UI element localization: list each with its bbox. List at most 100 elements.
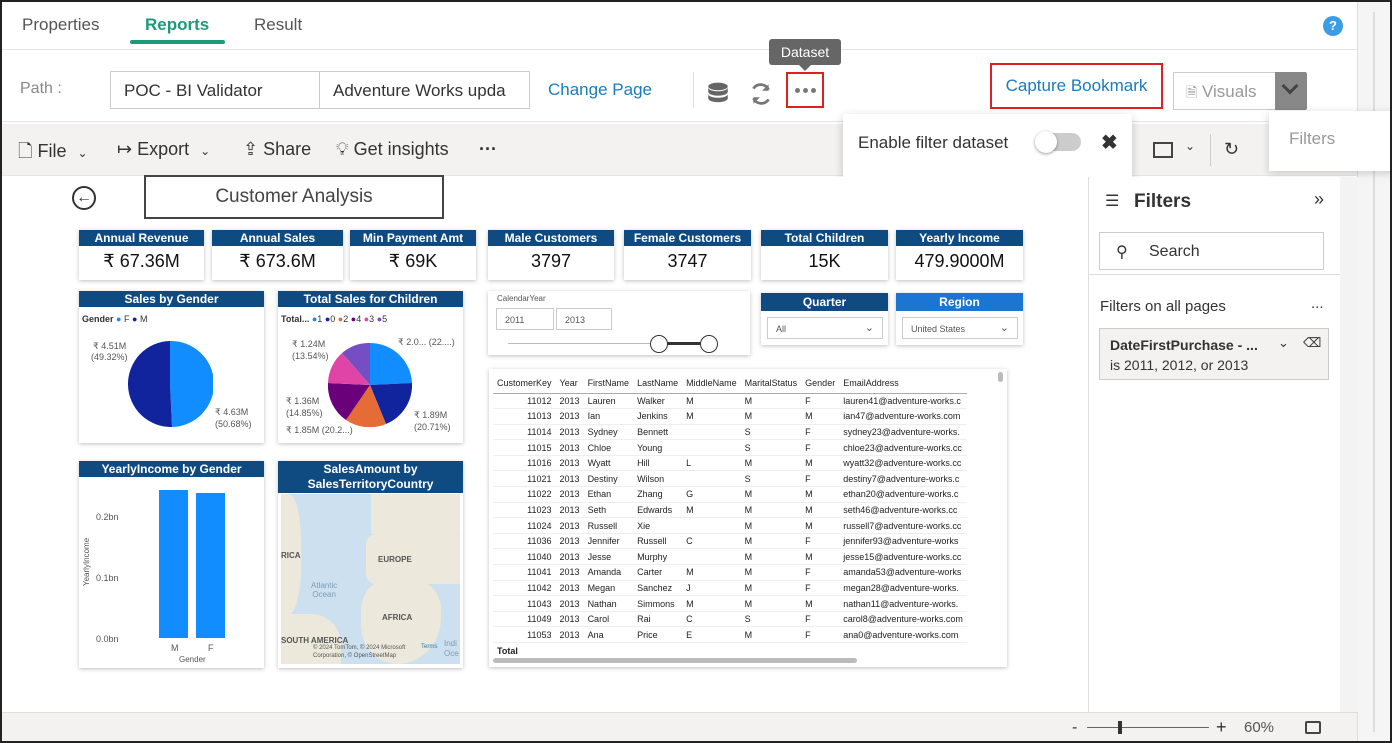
region-slicer[interactable]: Region United States ⌄ <box>896 293 1023 345</box>
table-row[interactable]: 11042 2013 Megan Sanchez J M Fmegan28@adventur… <box>493 580 967 597</box>
kpi-card: Yearly Income 479.9000M <box>896 230 1023 280</box>
table-cell: russell7@adventure-works.cc <box>839 517 967 534</box>
refresh-icon[interactable] <box>748 81 774 107</box>
table-cell: M <box>801 455 840 472</box>
zoom-out-button[interactable]: - <box>1072 719 1077 737</box>
report-select[interactable]: Adventure Works upda <box>319 71 530 109</box>
filters-section-label: Filters on all pages <box>1100 298 1226 315</box>
visuals-dropdown-button[interactable] <box>1275 72 1307 110</box>
table-cell: megan28@adventure-works. <box>839 580 967 597</box>
table-cell: M <box>740 533 802 550</box>
table-row[interactable]: 11023 2013 Seth Edwards M M Mseth46@adventure-… <box>493 502 967 519</box>
get-insights-button[interactable]: 💡︎ Get insights <box>336 139 449 160</box>
zoom-in-button[interactable]: + <box>1216 717 1227 738</box>
toolbar-more-button[interactable]: ··· <box>479 139 497 160</box>
help-icon[interactable]: ? <box>1323 16 1343 36</box>
column-header[interactable]: MiddleName <box>682 373 741 394</box>
table-cell: Rai <box>633 611 683 628</box>
table-row[interactable]: 11041 2013 Amanda Carter M M Famanda53@adventu… <box>493 564 967 581</box>
slider-handle[interactable] <box>650 335 668 353</box>
tab-properties[interactable]: Properties <box>22 15 99 35</box>
table-row[interactable]: 11053 2013 Ana Price E M Fana0@adventure-works… <box>493 626 967 643</box>
section-more-button[interactable]: ... <box>1311 295 1324 312</box>
vertical-scrollbar[interactable] <box>998 372 1003 382</box>
table-row[interactable]: 11021 2013 Destiny Wilson S Fdestiny7@adventu… <box>493 470 967 488</box>
table-row[interactable]: 11015 2013 Chloe Young S Fchloe23@adventure-w… <box>493 439 967 456</box>
change-page-link[interactable]: Change Page <box>548 80 652 100</box>
document-icon: 🗎 <box>1186 84 1198 100</box>
column-header[interactable]: FirstName <box>583 373 634 394</box>
workspace-select[interactable]: POC - BI Validator <box>110 71 320 109</box>
sales-map[interactable]: SalesAmount by SalesTerritoryCountry RIC… <box>278 461 463 668</box>
table-row[interactable]: 11016 2013 Wyatt Hill L M Mwyatt32@adventure-w… <box>493 455 967 472</box>
table-cell <box>682 424 741 441</box>
collapse-icon[interactable]: » <box>1314 189 1324 210</box>
table-cell: lauren41@adventure-works.c <box>839 393 967 410</box>
table-cell: Chloe <box>583 439 634 456</box>
close-icon[interactable]: ✖ <box>1101 130 1118 155</box>
column-header[interactable]: Gender <box>801 373 840 394</box>
zoom-slider[interactable] <box>1087 721 1209 734</box>
table-row[interactable]: 11036 2013 Jennifer Russell C M Fjennifer93@ad… <box>493 533 967 550</box>
column-header[interactable]: LastName <box>633 373 683 394</box>
table-row[interactable]: 11013 2013 Ian Jenkins M M Mian47@adventure-wo… <box>493 408 967 425</box>
table-cell: G <box>682 486 741 503</box>
chevron-down-icon[interactable]: ⌄ <box>1278 335 1289 351</box>
table-row[interactable]: 11014 2013 Sydney Bennett S Fsydney23@adventu… <box>493 424 967 441</box>
file-menu[interactable]: 🗋 File ⌄ <box>18 139 88 169</box>
table-cell: M <box>682 393 741 410</box>
kpi-card: Annual Revenue ₹ 67.36M <box>79 230 204 280</box>
calendar-year-slicer[interactable]: CalendarYear 2011 2013 <box>488 291 750 355</box>
filter-search-input[interactable]: ⚲ Search <box>1099 232 1324 270</box>
table-row[interactable]: 11040 2013 Jesse Murphy M Mjesse15@adventure-… <box>493 548 967 566</box>
export-menu[interactable]: ↦ Export ⌄ <box>117 139 210 160</box>
customer-table[interactable]: CustomerKey Year FirstName LastName MiddleNa… <box>489 369 1007 667</box>
share-button[interactable]: ⇪ Share <box>243 139 311 160</box>
column-header[interactable]: Year <box>555 373 584 394</box>
table-row[interactable]: 11022 2013 Ethan Zhang G M Methan20@adventure-… <box>493 486 967 503</box>
year-to-input[interactable]: 2013 <box>556 308 612 330</box>
table-cell: S <box>740 611 802 628</box>
table-cell: amanda53@adventure-works <box>839 564 967 581</box>
tab-reports[interactable]: Reports <box>145 15 209 35</box>
view-button[interactable] <box>1153 142 1173 158</box>
quarter-slicer[interactable]: Quarter All ⌄ <box>761 293 888 345</box>
date-first-purchase-filter[interactable]: DateFirstPurchase - ... is 2011, 2012, o… <box>1099 328 1329 380</box>
table-cell: 11036 <box>493 533 556 550</box>
table-cell <box>682 439 741 456</box>
table-cell: 11053 <box>493 626 556 643</box>
slider-handle[interactable] <box>700 335 718 353</box>
back-arrow-icon[interactable] <box>72 186 96 210</box>
fit-page-icon[interactable] <box>1305 721 1321 734</box>
yearly-income-chart[interactable]: YearlyIncome by Gender YearlyIncome 0.2b… <box>79 461 264 668</box>
sales-by-gender-chart[interactable]: Sales by Gender Gender ● F ● M ₹ 4.51M (… <box>79 291 264 443</box>
filter-card-value: is 2011, 2012, or 2013 <box>1110 357 1249 373</box>
tab-result[interactable]: Result <box>254 15 302 35</box>
column-header[interactable]: EmailAddress <box>839 373 967 394</box>
visuals-label: Visuals <box>1202 82 1257 101</box>
visuals-select[interactable]: 🗎 Visuals <box>1173 72 1276 110</box>
zoom-bar: - + 60% <box>2 712 1357 741</box>
quarter-dropdown[interactable]: All ⌄ <box>767 317 883 339</box>
column-header[interactable]: CustomerKey <box>493 373 556 394</box>
table-row[interactable]: 11049 2013 Carol Rai C S Fcarol8@adventure-wor… <box>493 611 967 628</box>
table-row[interactable]: 11043 2013 Nathan Simmons M M Mnathan11@advent… <box>493 595 967 612</box>
table-cell: 2013 <box>555 580 584 597</box>
filters-tab[interactable]: Filters <box>1269 111 1390 171</box>
table-row[interactable]: 11012 2013 Lauren Walker M M Flauren41@adventu… <box>493 393 967 410</box>
more-options-button[interactable] <box>786 72 824 108</box>
table-row[interactable]: 11024 2013 Russell Xie M Mrussell7@adventure-… <box>493 517 967 534</box>
horizontal-scrollbar[interactable] <box>493 658 857 663</box>
year-from-input[interactable]: 2011 <box>496 308 554 330</box>
table-cell: C <box>682 611 741 628</box>
enable-filter-toggle[interactable] <box>1035 131 1081 153</box>
eraser-icon[interactable]: ⌫ <box>1303 335 1321 351</box>
reset-icon[interactable]: ↻ <box>1224 139 1239 160</box>
region-dropdown[interactable]: United States ⌄ <box>902 317 1018 339</box>
chevron-down-icon[interactable]: ⌄ <box>1185 139 1195 153</box>
column-header[interactable]: MaritalStatus <box>740 373 802 394</box>
table-cell: wyatt32@adventure-works.cc <box>839 455 967 472</box>
sales-for-children-chart[interactable]: Total Sales for Children Total... ●1 ●0 … <box>278 291 463 443</box>
capture-bookmark-button[interactable]: Capture Bookmark <box>990 63 1163 109</box>
database-icon[interactable] <box>705 81 731 107</box>
